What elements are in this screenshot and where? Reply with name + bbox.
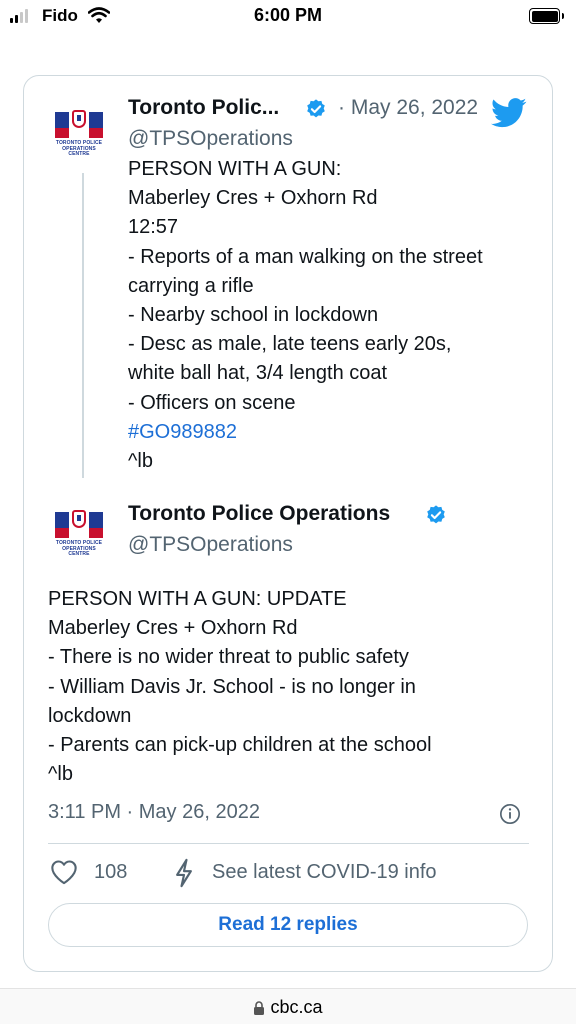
tweet2-line: Maberley Cres + Oxhorn Rd: [48, 617, 298, 640]
read-replies-button[interactable]: Read 12 replies: [48, 903, 528, 947]
tweet1-display-name[interactable]: Toronto Polic...: [128, 96, 279, 120]
tweet1-line: 12:57: [128, 216, 179, 239]
avatar-tps-2[interactable]: TORONTO POLICE OPERATIONS CENTRE: [55, 507, 103, 557]
avatar-tps-1[interactable]: TORONTO POLICE OPERATIONS CENTRE: [55, 107, 103, 157]
bolt-icon[interactable]: [173, 858, 195, 888]
tweet2-line: PERSON WITH A GUN: UPDATE: [48, 588, 347, 610]
tweet1-line: PERSON WITH A GUN:: [128, 158, 342, 180]
tweet2-line: lockdown: [48, 704, 132, 727]
covid-info-link[interactable]: See latest COVID-19 info: [212, 861, 437, 884]
tweet2-timestamp[interactable]: 3:11 PM · May 26, 2022: [48, 801, 260, 824]
info-icon[interactable]: [499, 803, 521, 825]
like-count: 108: [94, 861, 128, 883]
heart-icon[interactable]: [50, 859, 78, 885]
tweet1-signoff: ^lb: [128, 450, 153, 473]
tweet2-line: - Parents can pick-up children at the sc…: [48, 734, 432, 757]
tweet1-line: - Nearby school in lockdown: [128, 304, 379, 327]
url-text[interactable]: cbc.ca: [270, 997, 322, 1018]
lock-icon: [254, 1000, 265, 1015]
tweet2-body: PERSON WITH A GUN: UPDATE Maberley Cres …: [48, 585, 432, 789]
battery-icon: [529, 8, 564, 24]
hashtag-link[interactable]: #GO989882: [128, 418, 483, 447]
status-time: 6:00 PM: [253, 5, 323, 25]
tweet1-line: - Desc as male, late teens early 20s,: [128, 333, 452, 356]
tweet2-line: ^lb: [48, 763, 73, 786]
tweet2-display-name[interactable]: Toronto Police Operations: [128, 502, 390, 526]
tweet2-handle[interactable]: @TPSOperations: [128, 533, 293, 557]
tweet1-line: white ball hat, 3/4 length coat: [128, 362, 388, 385]
browser-url-bar[interactable]: cbc.ca: [0, 988, 576, 1024]
tweet2-line: - William Davis Jr. School - is no longe…: [48, 675, 416, 698]
avatar-caption: TORONTO POLICE OPERATIONS CENTRE: [55, 540, 103, 557]
tweet1-body: PERSON WITH A GUN: Maberley Cres + Oxhor…: [128, 155, 483, 476]
tweet2-line: - There is no wider threat to public saf…: [48, 646, 409, 669]
divider: [48, 843, 529, 844]
twitter-bird-icon[interactable]: [491, 98, 527, 128]
verified-icon: [427, 505, 445, 524]
tweet1-line: - Reports of a man walking on the street: [128, 245, 483, 268]
tweet1-line: - Officers on scene: [128, 391, 296, 414]
status-bar: Fido 6:00 PM: [0, 0, 576, 34]
thread-connector: [82, 173, 84, 478]
tweet1-line: Maberley Cres + Oxhorn Rd: [128, 187, 378, 210]
tweet1-line: carrying a rifle: [128, 274, 254, 297]
tweet1-handle[interactable]: @TPSOperations: [128, 127, 293, 151]
tweet1-date[interactable]: · May 26, 2022: [338, 96, 478, 120]
verified-icon: [307, 99, 325, 118]
avatar-caption: TORONTO POLICE OPERATIONS CENTRE: [55, 140, 103, 157]
